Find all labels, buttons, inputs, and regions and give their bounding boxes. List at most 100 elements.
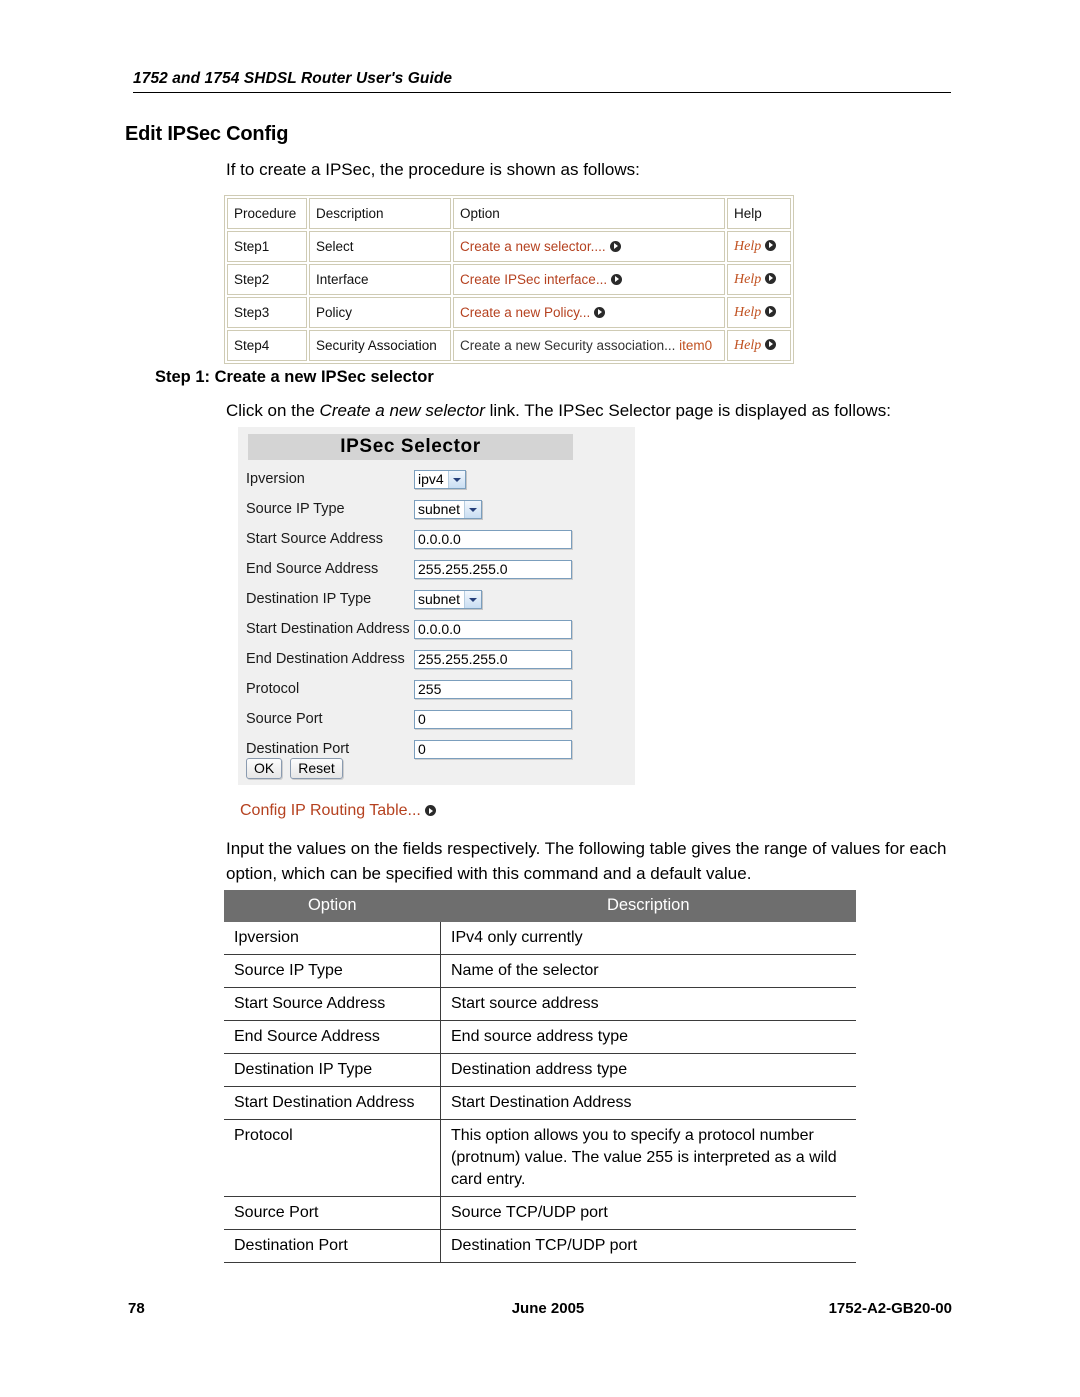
header-rule [133, 92, 951, 93]
help-link[interactable]: Help [734, 272, 761, 287]
step1-paragraph: Click on the Create a new selector link.… [226, 398, 956, 423]
footer-date: June 2005 [511, 1300, 585, 1317]
step1-heading: Step 1: Create a new IPSec selector [155, 368, 434, 386]
form-field-label: Start Source Address [246, 531, 384, 547]
table-row: Source IP Type Name of the selector [224, 954, 856, 988]
procedure-option-link[interactable]: Create a new Policy... [460, 305, 590, 320]
intro-paragraph: If to create a IPSec, the procedure is s… [226, 160, 640, 179]
form-field-row: Destination IP Type subnet [246, 584, 626, 614]
procedure-step-label: Step3 [227, 297, 307, 328]
table-row: Start Source Address Start source address [224, 987, 856, 1021]
procedure-step-description: Policy [309, 297, 451, 328]
chevron-down-icon[interactable] [464, 500, 482, 518]
procedure-option-cell[interactable]: Create IPSec interface... [453, 264, 725, 295]
option-name-cell: End Source Address [224, 1020, 441, 1054]
form-field-row: Ipversion ipv4 [246, 464, 626, 494]
form-field-row: End Source Address [246, 554, 626, 584]
option-description-cell: Destination address type [440, 1053, 856, 1087]
dropdown-selected-value: subnet [418, 590, 461, 607]
reset-button[interactable]: Reset [290, 758, 343, 779]
config-ip-routing-table-link[interactable]: Config IP Routing Table... [240, 802, 436, 820]
procedure-option-item-link[interactable]: item0 [675, 338, 712, 353]
help-link[interactable]: Help [734, 305, 761, 320]
input-destination-port[interactable] [414, 739, 572, 759]
table-row: Destination IP Type Destination address t… [224, 1053, 856, 1087]
arrow-right-icon [765, 239, 777, 251]
input-protocol[interactable] [414, 679, 572, 699]
form-field-label: Ipversion [246, 471, 305, 487]
input-values-paragraph: Input the values on the fields respectiv… [226, 839, 947, 883]
procedure-option-link[interactable]: Create a new selector.... [460, 239, 606, 254]
arrow-right-icon [765, 338, 777, 350]
form-field-label: Protocol [246, 681, 300, 697]
procedure-help-cell[interactable]: Help [727, 297, 791, 328]
option-description-cell: Source TCP/UDP port [440, 1196, 856, 1230]
procedure-step-label: Step1 [227, 231, 307, 262]
option-description-cell: Start source address [440, 987, 856, 1021]
table-row: Protocol This option allows you to specif… [224, 1119, 856, 1197]
config-ip-routing-table-label: Config IP Routing Table... [240, 802, 421, 819]
option-name-cell: Ipversion [224, 922, 441, 955]
procedure-option-cell[interactable]: Create a new selector.... [453, 231, 725, 262]
arrow-right-icon [765, 305, 777, 317]
arrow-right-icon [609, 240, 621, 252]
dropdown-ipversion[interactable]: ipv4 [414, 469, 466, 489]
page-footer: 78 June 2005 1752-A2-GB20-00 [128, 1300, 952, 1317]
option-name-cell: Source Port [224, 1196, 441, 1230]
input-source-port[interactable] [414, 709, 572, 729]
form-field-label: End Destination Address [246, 651, 405, 667]
arrow-right-icon [765, 272, 777, 284]
procedure-table-row: Step4 Security Association Create a new Se… [227, 330, 791, 361]
procedure-option-link[interactable]: Create IPSec interface... [460, 272, 607, 287]
option-description-cell: Start Destination Address [440, 1086, 856, 1120]
form-field-row: Source Port [246, 704, 626, 734]
table-row: Destination Port Destination TCP/UDP port [224, 1229, 856, 1263]
procedure-table-column-header: Option [453, 198, 725, 229]
procedure-table-header-row: Procedure Description Option Help [227, 198, 791, 229]
help-link[interactable]: Help [734, 239, 761, 254]
help-link[interactable]: Help [734, 338, 761, 353]
page-title: Edit IPSec Config [125, 123, 289, 145]
ok-button[interactable]: OK [246, 758, 283, 779]
procedure-option-cell[interactable]: Create a new Policy... [453, 297, 725, 328]
arrow-right-icon [424, 805, 436, 816]
ipsec-selector-panel: IPSec Selector Ipversion ipv4 Source IP Ty… [238, 427, 635, 785]
input-end-destination-address[interactable] [414, 649, 572, 669]
form-field-label: Destination Port [246, 741, 350, 757]
table-row: Ipversion IPv4 only currently [224, 922, 856, 955]
input-start-destination-address[interactable] [414, 619, 572, 639]
arrow-right-icon [594, 306, 606, 318]
options-table-header-row: Option Description [224, 890, 856, 922]
form-field-label: Destination IP Type [246, 591, 372, 607]
option-name-cell: Start Destination Address [224, 1086, 441, 1120]
procedure-option-cell[interactable]: Create a new Security association... ite… [453, 330, 725, 361]
procedure-option-link[interactable]: Create a new Security association... [460, 338, 675, 353]
dropdown-destination-ip-type[interactable]: subnet [414, 589, 483, 609]
input-end-source-address[interactable] [414, 559, 572, 579]
page-running-header: 1752 and 1754 SHDSL Router User's Guide [133, 70, 951, 93]
procedure-table-column-header: Help [727, 198, 791, 229]
procedure-help-cell[interactable]: Help [727, 231, 791, 262]
procedure-step-label: Step2 [227, 264, 307, 295]
step1-text-before: Click on the [226, 401, 320, 420]
procedure-step-description: Interface [309, 264, 451, 295]
procedure-help-cell[interactable]: Help [727, 264, 791, 295]
ipsec-selector-title: IPSec Selector [248, 434, 573, 460]
step1-link-name: Create a new selector [319, 401, 485, 420]
chevron-down-icon[interactable] [464, 590, 482, 608]
input-start-source-address[interactable] [414, 529, 572, 549]
option-description-cell: This option allows you to specify a prot… [440, 1119, 856, 1197]
form-field-row: End Destination Address [246, 644, 626, 674]
form-field-row: Start Source Address [246, 524, 626, 554]
form-field-label: Start Destination Address [246, 621, 410, 637]
form-field-label: Source Port [246, 711, 323, 727]
dropdown-source-ip-type[interactable]: subnet [414, 499, 483, 519]
dropdown-selected-value: subnet [418, 500, 461, 517]
procedure-help-cell[interactable]: Help [727, 330, 791, 361]
form-button-row: OK Reset [246, 758, 343, 779]
dropdown-selected-value: ipv4 [418, 470, 444, 487]
options-description-table: Option Description Ipversion IPv4 only cu… [224, 890, 856, 1263]
procedure-step-label: Step4 [227, 330, 307, 361]
options-table-col-description: Description [440, 890, 856, 922]
chevron-down-icon[interactable] [447, 470, 465, 488]
